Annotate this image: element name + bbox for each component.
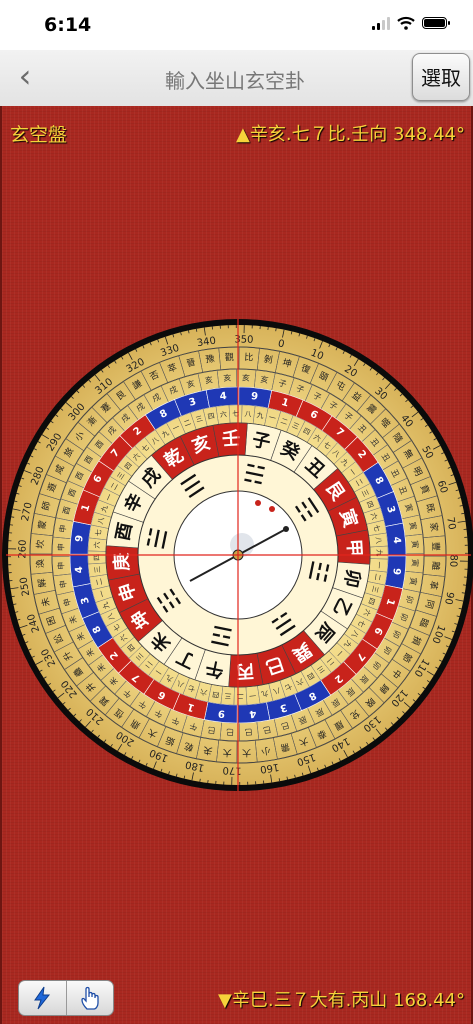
- degree-label: 80: [447, 554, 458, 567]
- jiazi-label: 寅: [408, 521, 419, 531]
- digit-label: 四: [212, 690, 220, 699]
- jiazi-label: 申: [56, 561, 66, 570]
- digit-label: 三: [93, 566, 102, 574]
- jiazi-label: 申: [57, 524, 68, 533]
- star-number: 4: [74, 566, 86, 574]
- digit-label: 六: [219, 409, 227, 419]
- jiazi-label: 巳: [207, 725, 216, 735]
- luopan-compass[interactable]: 0102030405060708090100110120130140150160…: [2, 222, 473, 922]
- page-title: 輸入坐山玄空卦: [165, 69, 305, 93]
- degree-label: 260: [17, 539, 29, 558]
- jiazi-label: 巳: [262, 725, 271, 735]
- digit-label: 二: [95, 578, 104, 586]
- status-time: 6:14: [44, 14, 92, 36]
- bottom-reading: ▼辛巳.三７大有.丙山 168.44°: [218, 990, 465, 1011]
- star-number: 4: [249, 708, 257, 720]
- digit-label: 一: [374, 561, 382, 569]
- jiazi-label: 巳: [226, 727, 234, 736]
- hexagram-label: 坎: [34, 539, 46, 549]
- back-button[interactable]: ‹: [10, 60, 40, 94]
- wifi-icon: [397, 16, 415, 30]
- star-number: 9: [250, 391, 258, 403]
- digit-label: 六: [92, 541, 101, 549]
- red-marker: [255, 500, 261, 506]
- cellular-signal-icon: [372, 16, 390, 30]
- hexagram-label: 比: [244, 351, 254, 363]
- degree-label: 350: [234, 334, 253, 346]
- digit-label: 二: [373, 573, 382, 581]
- hexagram-label: 大: [222, 746, 232, 758]
- star-number: 4: [219, 391, 227, 403]
- digit-label: 三: [224, 691, 232, 699]
- jiazi-label: 亥: [223, 373, 232, 383]
- star-number: 9: [217, 707, 225, 719]
- jiazi-label: 寅: [408, 577, 419, 586]
- tool-toggle: [18, 980, 114, 1016]
- compass-board: 玄空盤 ▲辛亥.七７比.壬向 348.44° 0 10 20 30 40 50 60 70 80…: [0, 106, 473, 1024]
- star-number: 9: [390, 567, 402, 575]
- board-label: 玄空盤: [10, 124, 68, 146]
- select-button[interactable]: 選取: [412, 53, 470, 101]
- lightning-icon: [34, 986, 51, 1010]
- digit-label: 一: [249, 691, 257, 700]
- jiazi-label: 申: [57, 579, 68, 589]
- star-number: 9: [74, 534, 86, 542]
- hexagram-label: 觀: [225, 351, 235, 363]
- hexagram-label: 小: [261, 744, 271, 756]
- jiazi-label: 寅: [410, 559, 420, 567]
- status-bar: 6:14: [0, 0, 473, 50]
- hexagram-label: 豐: [430, 542, 441, 551]
- pointer-hand-icon: [81, 986, 99, 1010]
- flash-tool-button[interactable]: [19, 981, 66, 1015]
- jiazi-label: 申: [56, 543, 66, 551]
- star-number: 4: [391, 536, 403, 544]
- digit-label: 九: [256, 410, 264, 420]
- battery-icon: [422, 17, 450, 29]
- digit-label: 七: [93, 529, 103, 537]
- navigation-bar: ‹ 輸入坐山玄空卦 選取: [0, 50, 473, 107]
- digit-label: 八: [374, 537, 383, 545]
- jiazi-label: 亥: [260, 374, 269, 385]
- jiazi-label: 亥: [204, 374, 214, 385]
- jiazi-label: 寅: [410, 540, 420, 549]
- hand-tool-button[interactable]: [65, 981, 114, 1015]
- red-marker: [269, 506, 275, 512]
- jiazi-label: 巳: [244, 727, 253, 736]
- digit-label: 四: [207, 412, 215, 421]
- jiazi-label: 亥: [242, 373, 250, 383]
- status-icons: [372, 16, 450, 30]
- digit-label: 八: [244, 410, 252, 418]
- degree-label: 70: [444, 516, 457, 530]
- hexagram-label: 渙: [34, 559, 46, 569]
- needle-tip: [283, 526, 289, 532]
- degree-label: 170: [222, 764, 241, 776]
- hexagram-label: 大: [242, 747, 252, 759]
- top-reading: ▲辛亥.七７比.壬向 348.44°: [236, 124, 465, 145]
- hexagram-label: 離: [429, 561, 441, 571]
